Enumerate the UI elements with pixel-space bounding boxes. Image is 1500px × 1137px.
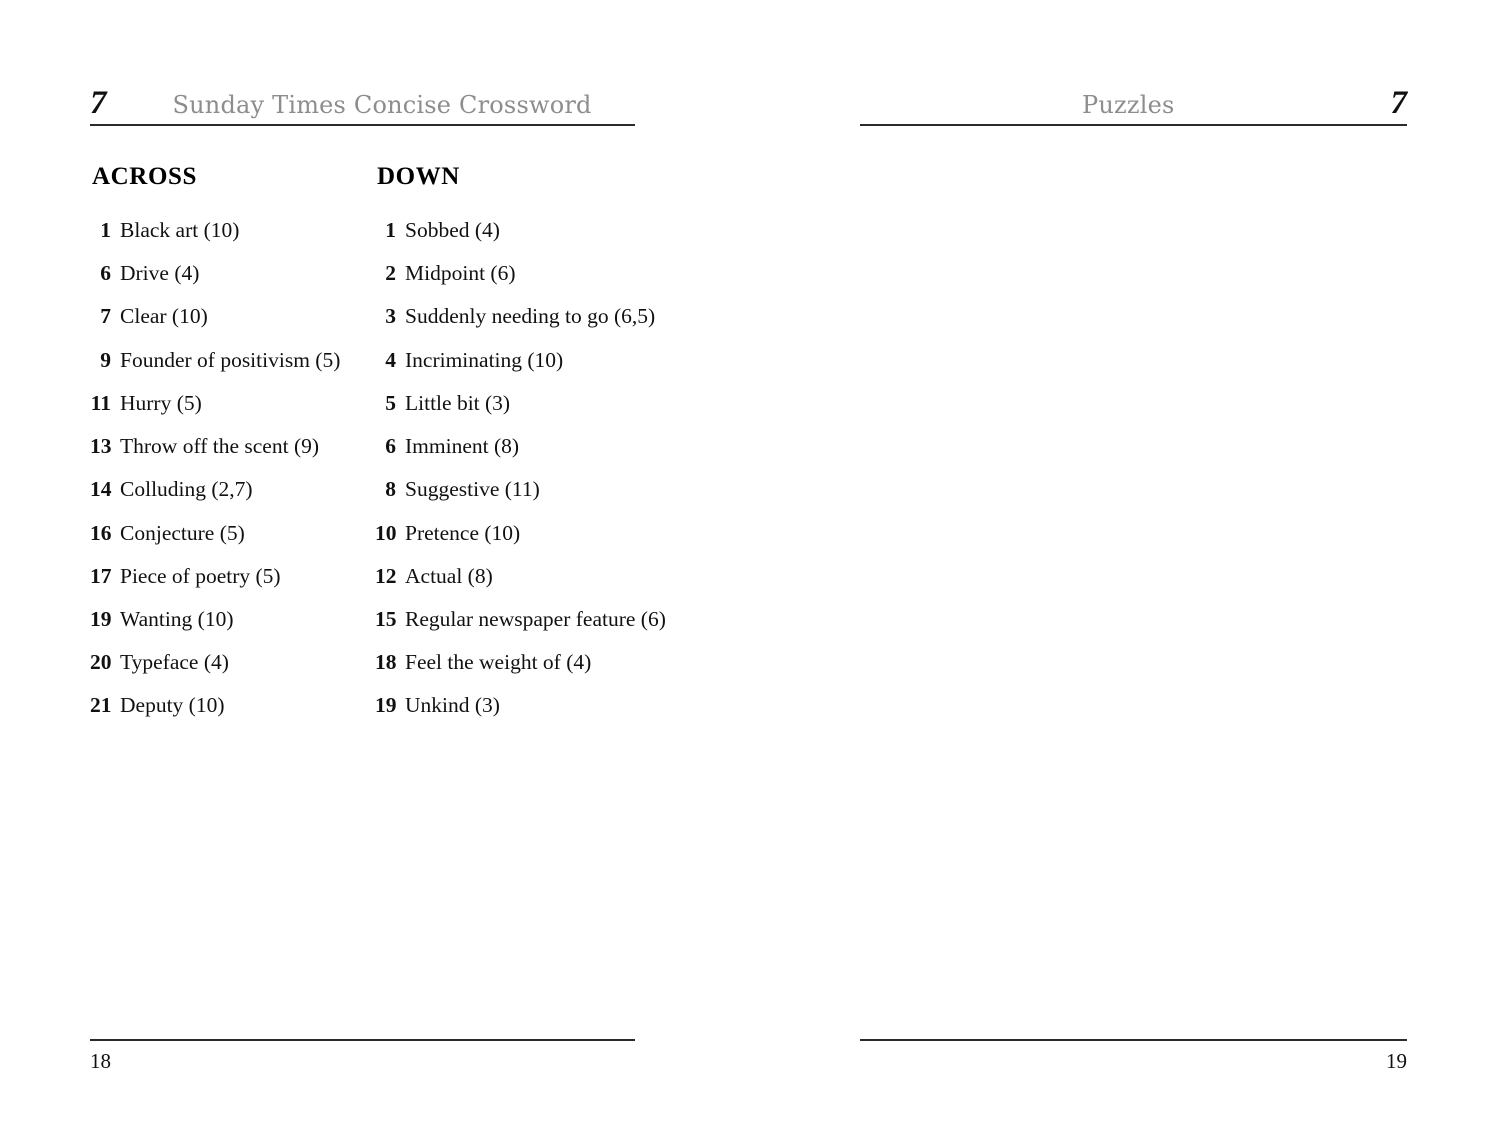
running-head-title: Sunday Times Concise Crossword [172,91,592,119]
clue-text: Deputy (10) [120,693,225,718]
across-clue-list: 1 Black art (10) 6 Drive (4) 7 Clear (10) 9 Fou… [90,217,375,719]
puzzle-number-left: 7 [90,85,107,121]
clue-number: 20 [90,650,112,675]
footer-left: 18 [90,1039,635,1081]
clue-text: Drive (4) [120,261,200,286]
clue-text: Unkind (3) [405,693,500,718]
clue-item[interactable]: 4 Incriminating (10) [375,347,670,373]
clue-number: 11 [90,390,111,415]
clue-item[interactable]: 1 Black art (10) [90,217,375,243]
clue-number: 10 [375,520,397,545]
clue-text: Pretence (10) [405,520,521,545]
clue-item[interactable]: 14 Colluding (2,7) [90,476,375,502]
clue-text: Suddenly needing to go (6,5) [405,304,656,329]
clue-text: Midpoint (6) [405,261,516,286]
across-heading: ACROSS [92,163,198,190]
clue-text: Wanting (10) [120,606,234,631]
clue-text: Throw off the scent (9) [120,434,320,459]
clue-columns: ACROSS 1 Black art (10) 6 Drive (4) 7 Clear (… [90,163,670,736]
page-folio-left: 18 [90,1049,111,1073]
clue-number: 2 [385,261,396,286]
clue-item[interactable]: 8 Suggestive (11) [375,476,670,502]
clue-number: 1 [385,218,396,242]
clue-item[interactable]: 1 Sobbed (4) [375,217,670,243]
section-title: Puzzles [1082,91,1175,119]
clue-item[interactable]: 6 Drive (4) [90,260,375,286]
clue-number: 21 [90,693,112,718]
clue-text: Little bit (3) [405,390,511,415]
clue-text: Colluding (2,7) [120,477,253,502]
clue-text: Clear (10) [120,304,208,329]
clue-item[interactable]: 19 Wanting (10) [90,606,375,632]
clue-item[interactable]: 13 Throw off the scent (9) [90,433,375,459]
clue-item[interactable]: 7 Clear (10) [90,303,375,329]
clue-text: Typeface (4) [120,650,229,675]
clue-item[interactable]: 17 Piece of poetry (5) [90,563,375,589]
clue-item[interactable]: 11 Hurry (5) [90,390,375,416]
clue-number: 6 [100,261,111,286]
down-clue-list: 1 Sobbed (4) 2 Midpoint (6) 3 Suddenly needin… [375,217,670,719]
clue-text: Hurry (5) [120,390,202,415]
clue-item[interactable]: 18 Feel the weight of (4) [375,649,670,675]
clue-item[interactable]: 15 Regular newspaper feature (6) [375,606,670,632]
clue-item[interactable]: 5 Little bit (3) [375,390,670,416]
clue-number: 3 [385,304,396,329]
clue-number: 18 [375,650,397,675]
puzzle-number-right: 7 [1390,85,1408,121]
clue-number: 4 [385,347,396,372]
clue-item[interactable]: 6 Imminent (8) [375,433,670,459]
clue-number: 13 [90,434,112,459]
clue-text: Piece of poetry (5) [120,563,281,588]
clue-number: 19 [90,606,112,631]
clue-number: 6 [385,434,396,459]
clue-text: Feel the weight of (4) [405,650,592,675]
clue-number: 9 [100,347,111,372]
clue-item[interactable]: 3 Suddenly needing to go (6,5) [375,303,670,329]
page-folio-right: 19 [1386,1049,1407,1073]
right-page: Puzzles 7 123456789101112131415161718192… [750,0,1500,1137]
clue-item[interactable]: 19 Unkind (3) [375,692,670,718]
clue-number: 12 [375,563,397,588]
clue-text: Actual (8) [405,563,493,588]
running-head-left: 7 Sunday Times Concise Crossword [90,82,635,126]
clue-number: 1 [100,218,111,242]
clue-number: 8 [385,477,396,502]
clue-item[interactable]: 2 Midpoint (6) [375,260,670,286]
clue-number: 5 [385,390,396,415]
clue-text: Conjecture (5) [120,520,245,545]
clue-number: 14 [90,477,112,502]
down-column: DOWN 1 Sobbed (4) 2 Midpoint (6) 3 Suddenly n… [375,163,670,736]
clue-text: Suggestive (11) [405,477,540,502]
running-head-right: Puzzles 7 [860,82,1407,126]
clue-item[interactable]: 12 Actual (8) [375,563,670,589]
clue-text: Regular newspaper feature (6) [405,606,666,631]
clue-number: 17 [90,563,112,588]
down-heading: DOWN [377,163,460,190]
clue-text: Imminent (8) [405,434,520,459]
footer-right: 19 [860,1039,1407,1081]
clue-number: 7 [100,304,111,329]
book-spread: 7 Sunday Times Concise Crossword ACROSS … [0,0,1500,1137]
across-column: ACROSS 1 Black art (10) 6 Drive (4) 7 Clear (… [90,163,375,736]
clue-text: Black art (10) [120,218,240,242]
clue-item[interactable]: 21 Deputy (10) [90,692,375,718]
clue-text: Sobbed (4) [405,218,500,242]
clue-item[interactable]: 10 Pretence (10) [375,520,670,546]
clue-text: Founder of positivism (5) [120,347,341,372]
left-page: 7 Sunday Times Concise Crossword ACROSS … [0,0,750,1137]
clue-number: 19 [375,693,397,718]
clue-number: 16 [90,520,112,545]
clue-number: 15 [375,606,397,631]
clue-item[interactable]: 9 Founder of positivism (5) [90,347,375,373]
clue-item[interactable]: 20 Typeface (4) [90,649,375,675]
clue-item[interactable]: 16 Conjecture (5) [90,520,375,546]
clue-text: Incriminating (10) [405,347,564,372]
